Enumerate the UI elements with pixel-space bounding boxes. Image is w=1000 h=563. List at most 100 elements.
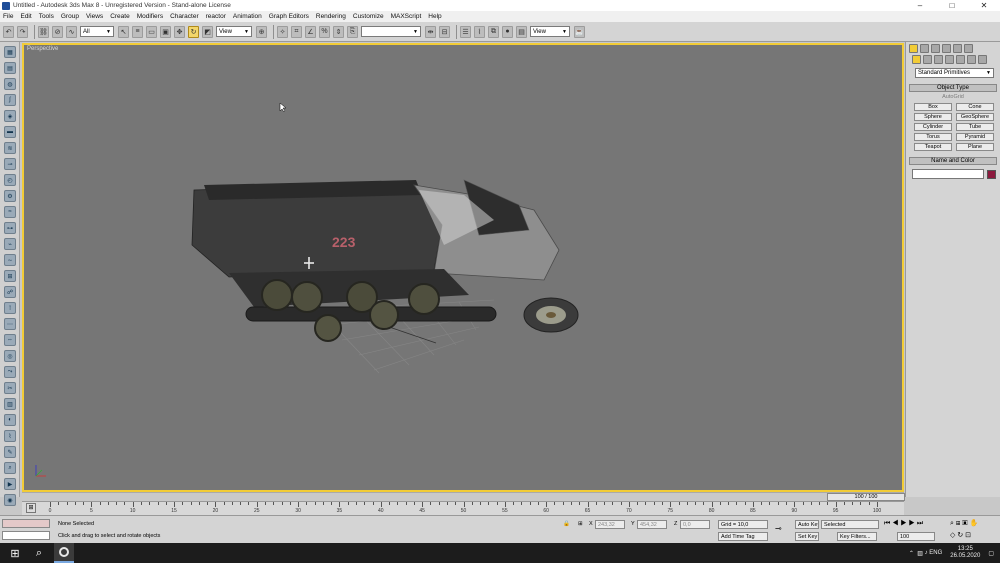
pivot-center-icon[interactable]: ⊕ bbox=[256, 25, 267, 38]
point-to-point-icon[interactable]: ⋯ bbox=[4, 318, 16, 330]
time-slider-thumb[interactable]: 100 / 100 bbox=[827, 493, 905, 501]
angular-dashpot-icon[interactable]: ◴ bbox=[4, 174, 16, 186]
torus-button[interactable]: Torus bbox=[914, 133, 952, 141]
zoom-extents-icon[interactable]: ▣ bbox=[962, 520, 967, 527]
mirror-icon[interactable]: ⇹ bbox=[425, 25, 436, 38]
quick-render-icon[interactable]: ☕ bbox=[574, 25, 585, 38]
render-scene-icon[interactable]: ▤ bbox=[516, 25, 527, 38]
box-button[interactable]: Box bbox=[914, 103, 952, 111]
rigid-body-collection-icon[interactable]: ▦ bbox=[4, 46, 16, 58]
selection-filter-dropdown[interactable]: All ▼ bbox=[80, 26, 114, 37]
arc-rotate-icon[interactable]: ↻ bbox=[957, 532, 963, 539]
tube-button[interactable]: Tube bbox=[956, 123, 994, 131]
select-and-scale-icon[interactable]: ◩ bbox=[202, 25, 213, 38]
window-crossing-icon[interactable]: ▣ bbox=[160, 25, 171, 38]
spinner-snap-icon[interactable]: ⇕ bbox=[333, 25, 344, 38]
sphere-button[interactable]: Sphere bbox=[914, 113, 952, 121]
clock[interactable]: 13:25 26.05.2020 bbox=[950, 546, 980, 560]
menu-help[interactable]: Help bbox=[428, 13, 441, 20]
menu-character[interactable]: Character bbox=[170, 13, 199, 20]
cloth-collection-icon[interactable]: ▤ bbox=[4, 62, 16, 74]
unlink-selection-icon[interactable]: ⊘ bbox=[52, 25, 63, 38]
menu-maxscript[interactable]: MAXScript bbox=[391, 13, 422, 20]
select-and-move-icon[interactable]: ✥ bbox=[174, 25, 185, 38]
zoom-all-icon[interactable]: ⊞ bbox=[956, 520, 960, 527]
snaps-toggle-icon[interactable]: ⌗ bbox=[291, 25, 302, 38]
menu-customize[interactable]: Customize bbox=[353, 13, 384, 20]
render-type-dropdown[interactable]: View ▼ bbox=[530, 26, 570, 37]
named-selection-set-dropdown[interactable]: ▼ bbox=[361, 26, 421, 37]
reference-coordinate-dropdown[interactable]: View ▼ bbox=[216, 26, 252, 37]
menu-edit[interactable]: Edit bbox=[20, 13, 31, 20]
set-key-button[interactable]: Set Key bbox=[795, 532, 819, 541]
windows-start-icon[interactable]: ⊞ bbox=[6, 544, 24, 562]
display-tab-icon[interactable] bbox=[953, 44, 962, 53]
space-warps-icon[interactable] bbox=[967, 55, 976, 64]
lock-selection-icon[interactable]: 🔒 bbox=[563, 520, 570, 529]
maximize-viewport-icon[interactable]: ⊡ bbox=[965, 532, 971, 539]
motion-tab-icon[interactable] bbox=[942, 44, 951, 53]
fracture-icon[interactable]: ⌁ bbox=[4, 238, 16, 250]
lights-icon[interactable] bbox=[934, 55, 943, 64]
key-filters-button[interactable]: Key Filters... bbox=[837, 532, 877, 541]
edit-named-selections-icon[interactable]: ⎘ bbox=[347, 25, 358, 38]
maximize-button[interactable]: □ bbox=[936, 1, 968, 10]
soft-body-modifier-icon[interactable]: ◐ bbox=[4, 414, 16, 426]
menu-file[interactable]: File bbox=[3, 13, 13, 20]
motor-icon[interactable]: ⚙ bbox=[4, 190, 16, 202]
object-type-rollout[interactable]: Object Type bbox=[909, 84, 997, 92]
select-and-manipulate-icon[interactable]: ✧ bbox=[277, 25, 288, 38]
pan-icon[interactable]: ✋ bbox=[970, 520, 979, 527]
geometry-icon[interactable] bbox=[912, 55, 921, 64]
hinge-constraint-icon[interactable]: ⊺ bbox=[4, 302, 16, 314]
search-icon[interactable]: ⌕ bbox=[30, 544, 48, 562]
menu-tools[interactable]: Tools bbox=[39, 13, 54, 20]
menu-views[interactable]: Views bbox=[86, 13, 103, 20]
close-button[interactable]: ✕ bbox=[968, 1, 1000, 10]
field-of-view-icon[interactable]: ◇ bbox=[950, 532, 955, 539]
preview-in-window-icon[interactable]: ▶ bbox=[4, 478, 16, 490]
menu-create[interactable]: Create bbox=[110, 13, 130, 20]
auto-key-button[interactable]: Auto Key bbox=[795, 520, 819, 529]
keyboard-language[interactable]: ENG bbox=[929, 550, 942, 556]
plane-button[interactable]: Plane bbox=[956, 143, 994, 151]
go-to-end-icon[interactable]: ⏭ bbox=[917, 520, 923, 527]
soft-body-collection-icon[interactable]: ◍ bbox=[4, 78, 16, 90]
select-by-name-icon[interactable]: ≡ bbox=[132, 25, 143, 38]
car-wheel-constraint-icon[interactable]: ◎ bbox=[4, 350, 16, 362]
open-property-editor-icon[interactable]: ✎ bbox=[4, 446, 16, 458]
bind-to-space-warp-icon[interactable]: ∿ bbox=[66, 25, 77, 38]
deforming-mesh-collection-icon[interactable]: ◈ bbox=[4, 110, 16, 122]
menu-modifiers[interactable]: Modifiers bbox=[137, 13, 163, 20]
layer-manager-icon[interactable]: ☰ bbox=[460, 25, 471, 38]
analyze-world-icon[interactable]: ⌕ bbox=[4, 462, 16, 474]
menu-rendering[interactable]: Rendering bbox=[316, 13, 346, 20]
prismatic-constraint-icon[interactable]: ⇔ bbox=[4, 334, 16, 346]
cameras-icon[interactable] bbox=[945, 55, 954, 64]
wind-icon[interactable]: ≈ bbox=[4, 206, 16, 218]
shapes-icon[interactable] bbox=[923, 55, 932, 64]
point-path-constraint-icon[interactable]: ⤳ bbox=[4, 366, 16, 378]
name-and-color-rollout[interactable]: Name and Color bbox=[909, 157, 997, 165]
taskbar-3dsmax-app[interactable] bbox=[54, 543, 74, 563]
object-name-input[interactable] bbox=[912, 169, 984, 179]
select-and-rotate-icon[interactable]: ↻ bbox=[188, 25, 199, 38]
constraint-solver-icon[interactable]: ⊞ bbox=[4, 270, 16, 282]
geosphere-button[interactable]: GeoSphere bbox=[956, 113, 994, 121]
play-icon[interactable]: ▶ bbox=[900, 520, 906, 527]
water-icon[interactable]: ∼ bbox=[4, 254, 16, 266]
time-slider-track[interactable]: 100 / 100 bbox=[22, 492, 905, 501]
menu-animation[interactable]: Animation bbox=[233, 13, 262, 20]
create-tab-icon[interactable] bbox=[909, 44, 918, 53]
x-coordinate-field[interactable]: 243,32 bbox=[595, 520, 625, 529]
go-to-start-icon[interactable]: ⏮ bbox=[884, 520, 890, 527]
angle-snap-icon[interactable]: ∠ bbox=[305, 25, 316, 38]
pyramid-button[interactable]: Pyramid bbox=[956, 133, 994, 141]
primitive-category-dropdown[interactable]: Standard Primitives ▼ bbox=[915, 68, 994, 78]
modify-tab-icon[interactable] bbox=[920, 44, 929, 53]
rope-collection-icon[interactable]: ∫ bbox=[4, 94, 16, 106]
plane-icon[interactable]: ▬ bbox=[4, 126, 16, 138]
linear-dashpot-icon[interactable]: ⊸ bbox=[4, 158, 16, 170]
align-icon[interactable]: ⊟ bbox=[439, 25, 450, 38]
rope-modifier-icon[interactable]: ⌇ bbox=[4, 430, 16, 442]
